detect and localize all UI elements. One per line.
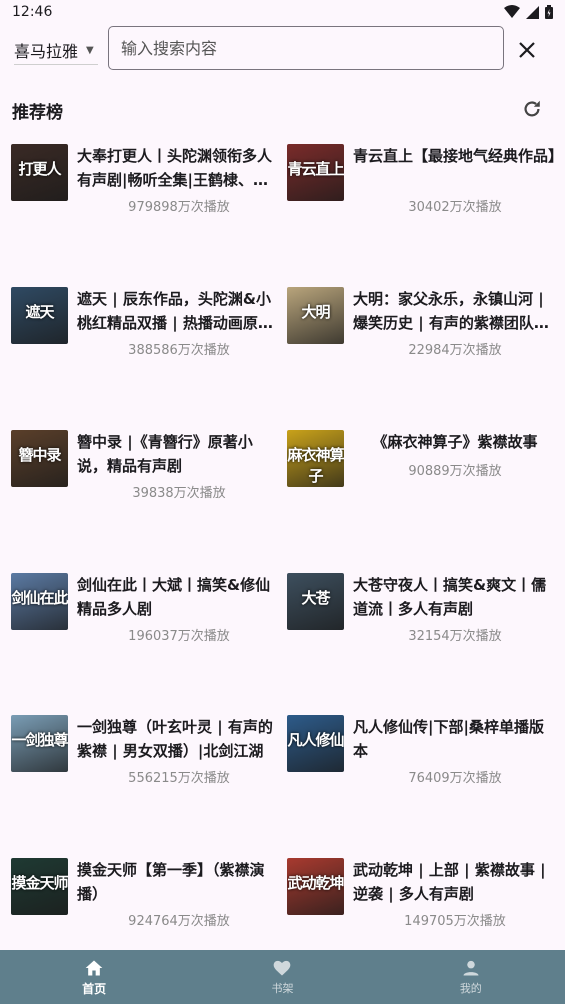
book-cover-text: 剑仙在此 (11, 589, 68, 607)
book-card[interactable]: 麻衣神算子 《麻衣神算子》紫襟故事 90889万次播放 (287, 430, 557, 570)
book-cover-text: 大明 (301, 303, 330, 321)
book-title: 武动乾坤 | 上部 | 紫襟故事 | 逆袭 | 多人有声剧 (353, 861, 546, 903)
book-play-count: 90889万次播放 (408, 464, 502, 479)
book-cover-text: 遮天 (25, 303, 54, 321)
book-title: 剑仙在此丨大斌丨搞笑&修仙精品多人剧 (77, 576, 271, 618)
book-cover: 武动乾坤 (287, 858, 344, 915)
book-title: 大苍守夜人丨搞笑&爽文丨儒道流丨多人有声剧 (353, 576, 547, 618)
book-card[interactable]: 青云直上 青云直上【最接地气经典作品】 30402万次播放 (287, 144, 557, 284)
search-input[interactable] (119, 37, 503, 59)
status-bar: 12:46 (0, 0, 565, 24)
status-time: 12:46 (12, 4, 53, 20)
book-title: 遮天 | 辰东作品，头陀渊&小桃红精品双播 | 热播动画原… (77, 290, 273, 332)
nav-home-label: 首页 (82, 981, 107, 996)
book-cover: 剑仙在此 (11, 573, 68, 630)
book-title: 簪中录 |《青簪行》原著小说，精品有声剧 (77, 433, 253, 475)
book-cover: 麻衣神算子 (287, 430, 344, 487)
nav-mine[interactable]: 我的 (377, 950, 565, 1004)
book-title: 《麻衣神算子》紫襟故事 (372, 433, 538, 451)
book-play-count: 149705万次播放 (404, 914, 506, 929)
book-cover: 青云直上 (287, 144, 344, 201)
book-play-count: 30402万次播放 (408, 200, 502, 215)
book-card[interactable]: 打更人 大奉打更人丨头陀渊领衔多人有声剧|畅听全集|王鹤棣、… 979898万次播放 (11, 144, 281, 284)
chevron-down-icon: ▼ (86, 44, 94, 56)
book-play-count: 76409万次播放 (408, 771, 502, 786)
book-play-count: 924764万次播放 (128, 914, 230, 929)
book-cover-text: 簪中录 (18, 446, 61, 464)
book-play-count: 979898万次播放 (128, 200, 230, 215)
book-cover-text: 青云直上 (287, 160, 344, 178)
book-card[interactable]: 剑仙在此 剑仙在此丨大斌丨搞笑&修仙精品多人剧 196037万次播放 (11, 573, 281, 713)
search-row: 喜马拉雅 ▼ (0, 26, 565, 72)
nav-home[interactable]: 首页 (0, 950, 188, 1004)
nav-mine-label: 我的 (459, 982, 482, 995)
book-cover-text: 一剑独尊 (11, 731, 68, 749)
book-cover: 簪中录 (11, 430, 68, 487)
book-cover: 一剑独尊 (11, 715, 68, 772)
book-title: 大明：家父永乐，永镇山河 | 爆笑历史 | 有声的紫襟团队… (353, 290, 549, 332)
book-play-count: 388586万次播放 (128, 343, 230, 358)
wifi-icon (504, 5, 520, 18)
book-cover-text: 大苍 (301, 589, 330, 607)
book-title: 大奉打更人丨头陀渊领衔多人有声剧|畅听全集|王鹤棣、… (77, 147, 273, 189)
book-play-count: 556215万次播放 (128, 771, 230, 786)
book-cover: 大明 (287, 287, 344, 344)
home-icon (85, 960, 103, 975)
book-play-count: 32154万次播放 (408, 629, 502, 644)
book-cover: 大苍 (287, 573, 344, 630)
book-cover: 打更人 (11, 144, 68, 201)
book-card[interactable]: 凡人修仙 凡人修仙传|下部|桑梓单播版本 76409万次播放 (287, 715, 557, 855)
book-card[interactable]: 大明 大明：家父永乐，永镇山河 | 爆笑历史 | 有声的紫襟团队… 22984万次播… (287, 287, 557, 427)
book-title: 青云直上【最接地气经典作品】 (353, 147, 557, 165)
book-cover-text: 打更人 (18, 160, 61, 178)
book-cover: 凡人修仙 (287, 715, 344, 772)
nav-bookshelf-label: 书架 (271, 982, 294, 995)
book-cover: 摸金天师 (11, 858, 68, 915)
book-card[interactable]: 大苍 大苍守夜人丨搞笑&爽文丨儒道流丨多人有声剧 32154万次播放 (287, 573, 557, 713)
search-box[interactable] (108, 26, 504, 70)
book-title: 一剑独尊（叶玄叶灵 | 有声的紫襟 | 男女双播）|北剑江湖 (77, 718, 273, 760)
book-title: 摸金天师【第一季】（紫襟演播） (77, 861, 265, 903)
battery-icon (545, 5, 553, 19)
book-play-count: 39838万次播放 (132, 486, 226, 501)
book-cover-text: 摸金天师 (11, 874, 68, 892)
book-title: 凡人修仙传|下部|桑梓单播版本 (353, 718, 544, 760)
nav-bookshelf[interactable]: 书架 (188, 950, 376, 1004)
refresh-icon[interactable] (521, 98, 543, 120)
heart-icon (274, 960, 291, 976)
person-icon (463, 960, 479, 976)
book-play-count: 196037万次播放 (128, 629, 230, 644)
book-card[interactable]: 簪中录 簪中录 |《青簪行》原著小说，精品有声剧 39838万次播放 (11, 430, 281, 570)
book-cover: 遮天 (11, 287, 68, 344)
close-icon[interactable] (515, 38, 539, 62)
bottom-nav: 首页 书架 我的 (0, 950, 565, 1004)
book-play-count: 22984万次播放 (408, 343, 502, 358)
book-card[interactable]: 遮天 遮天 | 辰东作品，头陀渊&小桃红精品双播 | 热播动画原… 388586万次… (11, 287, 281, 427)
signal-icon (526, 5, 539, 19)
book-cover-text: 凡人修仙 (287, 731, 344, 749)
source-dropdown[interactable]: 喜马拉雅 ▼ (14, 36, 98, 65)
source-label: 喜马拉雅 (14, 42, 79, 61)
book-cover-text: 武动乾坤 (287, 874, 344, 892)
book-cover-text: 麻衣神算子 (287, 446, 344, 485)
section-title: 推荐榜 (12, 103, 63, 123)
book-card[interactable]: 一剑独尊 一剑独尊（叶玄叶灵 | 有声的紫襟 | 男女双播）|北剑江湖 556215… (11, 715, 281, 855)
